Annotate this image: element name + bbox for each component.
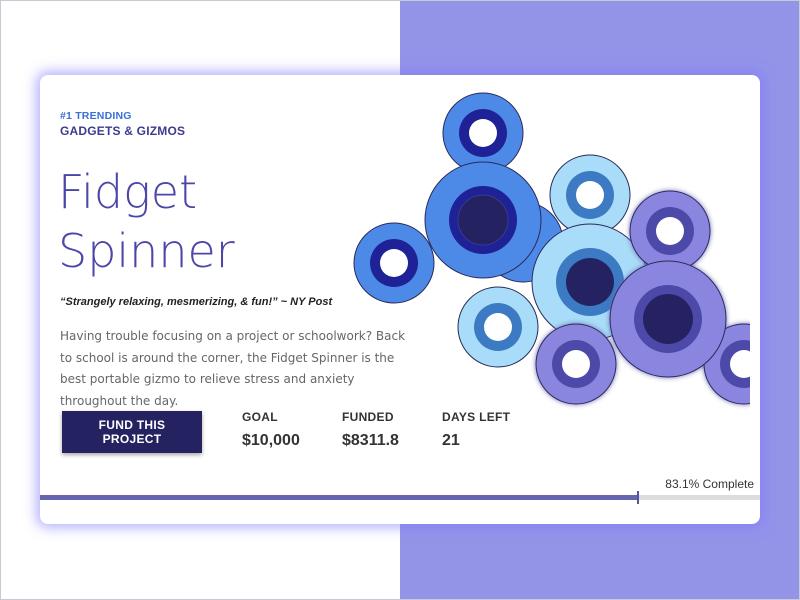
- fidget-spinner-illustration: [353, 92, 750, 405]
- progress-bar: [40, 491, 760, 504]
- fund-project-button[interactable]: FUND THIS PROJECT: [62, 411, 202, 453]
- progress-marker: [637, 491, 640, 504]
- spinner-blue-icon: [353, 92, 564, 304]
- stat-funded-value: $8311.8: [342, 432, 399, 449]
- stat-goal-label: GOAL: [242, 410, 278, 424]
- project-card: #1 TRENDING GADGETS & GIZMOS Fidget Spin…: [40, 75, 760, 524]
- progress-percent-label: 83.1% Complete: [665, 477, 754, 491]
- stat-days-value: 21: [442, 432, 460, 449]
- stat-goal-value: $10,000: [242, 432, 300, 449]
- title-line-1: Fidget: [58, 165, 198, 219]
- category-label: GADGETS & GIZMOS: [60, 124, 186, 138]
- trending-label: #1 TRENDING: [60, 110, 132, 122]
- progress-fill: [40, 495, 639, 500]
- title-line-2: Spinner: [58, 224, 235, 278]
- press-quote: “Strangely relaxing, mesmerizing, & fun!…: [60, 296, 333, 308]
- page-title: Fidget Spinner: [58, 163, 318, 281]
- stat-goal: GOAL $10,000: [242, 410, 300, 450]
